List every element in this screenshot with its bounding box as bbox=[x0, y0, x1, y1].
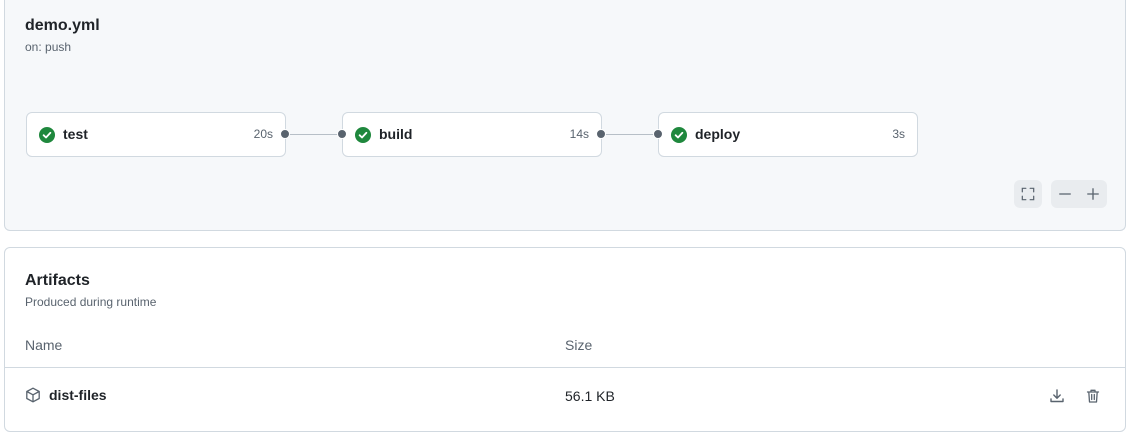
success-check-icon bbox=[39, 127, 55, 143]
job-duration: 3s bbox=[892, 127, 905, 141]
column-header-name: Name bbox=[25, 337, 63, 353]
job-duration: 20s bbox=[253, 127, 273, 141]
fullscreen-icon bbox=[1021, 187, 1035, 201]
fullscreen-control bbox=[1014, 180, 1042, 208]
job-card-test[interactable]: test 20s bbox=[26, 112, 286, 157]
zoom-out-icon bbox=[1059, 193, 1071, 195]
artifact-size: 56.1 KB bbox=[565, 388, 615, 404]
table-row: dist-files 56.1 KB bbox=[5, 368, 1125, 424]
fullscreen-button[interactable] bbox=[1014, 180, 1042, 208]
artifacts-title: Artifacts bbox=[25, 272, 90, 289]
zoom-in-icon bbox=[1087, 188, 1099, 200]
column-header-size: Size bbox=[565, 337, 593, 353]
job-name: deploy bbox=[695, 126, 741, 142]
zoom-out-button[interactable] bbox=[1051, 180, 1079, 208]
job-name: build bbox=[379, 126, 413, 142]
artifacts-subtitle: Produced during runtime bbox=[25, 295, 157, 309]
success-check-icon bbox=[355, 127, 371, 143]
connector-dot bbox=[337, 129, 347, 139]
connector-dot bbox=[653, 129, 663, 139]
job-card-build[interactable]: build 14s bbox=[342, 112, 602, 157]
connector-dot bbox=[596, 129, 606, 139]
zoom-controls bbox=[1051, 180, 1107, 208]
package-icon bbox=[26, 387, 40, 403]
zoom-in-button[interactable] bbox=[1079, 180, 1107, 208]
delete-button[interactable] bbox=[1083, 386, 1103, 406]
artifact-name-link[interactable]: dist-files bbox=[49, 387, 107, 403]
job-duration: 14s bbox=[569, 127, 589, 141]
artifacts-panel: Artifacts Produced during runtime Name S… bbox=[4, 247, 1126, 432]
download-button[interactable] bbox=[1047, 386, 1067, 406]
success-check-icon bbox=[671, 127, 687, 143]
workflow-file-name: demo.yml bbox=[25, 17, 100, 34]
job-card-deploy[interactable]: deploy 3s bbox=[658, 112, 918, 157]
workflow-trigger: on: push bbox=[25, 40, 72, 54]
job-name: test bbox=[63, 126, 88, 142]
connector-dot bbox=[280, 129, 290, 139]
trash-icon bbox=[1086, 389, 1100, 403]
download-icon bbox=[1050, 389, 1064, 403]
workflow-graph-panel: demo.yml on: push test 20s build 14s dep… bbox=[4, 0, 1126, 231]
